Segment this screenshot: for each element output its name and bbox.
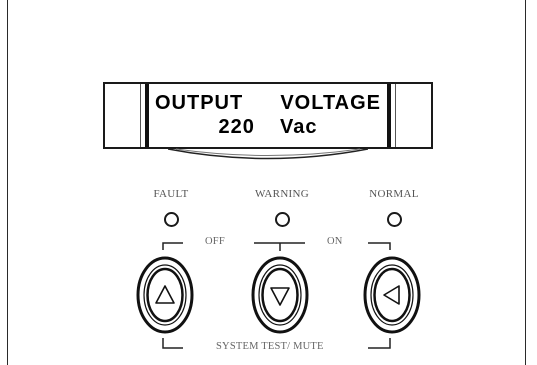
up-button[interactable] [136, 255, 194, 335]
system-test-mute-label: SYSTEM TEST/ MUTE [216, 341, 324, 352]
left-button[interactable] [363, 255, 421, 335]
off-label: OFF [205, 236, 225, 247]
down-button[interactable] [251, 255, 309, 335]
on-label: ON [327, 236, 343, 247]
